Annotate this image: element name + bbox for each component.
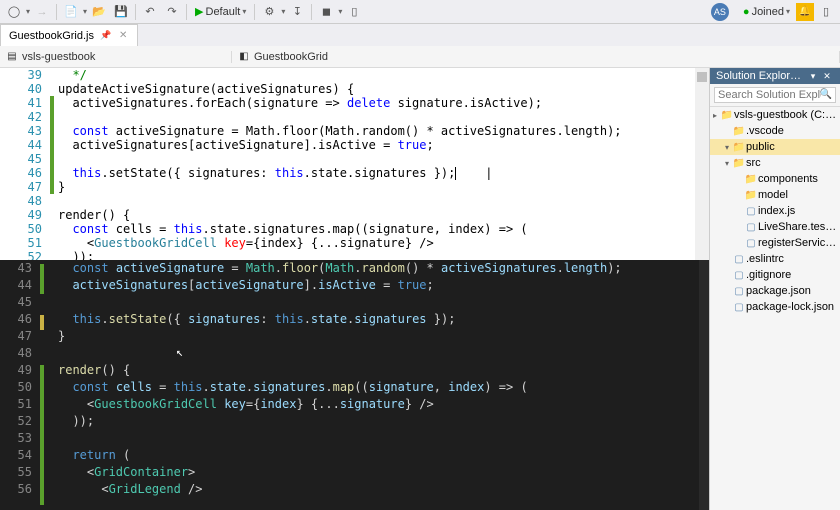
tree-item-label: package.json — [746, 285, 838, 297]
explorer-title: Solution Explorer... — [716, 70, 806, 82]
notification-button[interactable]: 🔔 — [796, 3, 814, 21]
file-icon: ▢ — [732, 302, 746, 313]
joined-label: Joined — [752, 6, 784, 18]
liveshare-status[interactable]: ● Joined ▾ — [739, 6, 794, 18]
breadcrumb-project[interactable]: ▤ vsls-guestbook — [0, 51, 232, 63]
bookmark-button[interactable]: ◼ — [316, 2, 336, 22]
editor-visual-studio[interactable]: 3940414243444546474849505152 */updateAct… — [0, 68, 709, 260]
breadcrumb-symbol[interactable]: ◧ GuestbookGrid — [232, 51, 840, 63]
tree-item-label: .eslintrc — [746, 253, 838, 265]
tree-item-label: src — [746, 157, 838, 169]
explorer-dropdown-icon[interactable]: ▾ — [806, 71, 820, 82]
folder-icon: 📁 — [732, 142, 746, 153]
explorer-close-icon[interactable]: ✕ — [820, 71, 834, 82]
explorer-search: 🔍 — [710, 84, 840, 107]
project-icon: ▤ — [6, 51, 18, 63]
tree-item[interactable]: 📁components — [710, 171, 840, 187]
new-file-button[interactable]: 📄 — [61, 2, 81, 22]
pin-icon[interactable]: 📌 — [100, 30, 111, 41]
gutter-dark: 4344454647484950515253545556 — [0, 260, 38, 498]
tree-item-label: LiveShare.test.js — [758, 221, 838, 233]
tree-item[interactable]: 📁model — [710, 187, 840, 203]
method-icon: ◧ — [238, 51, 250, 63]
toolbar-btn-b[interactable]: ↧ — [287, 2, 307, 22]
code-dark[interactable]: const activeSignature = Math.floor(Math.… — [58, 260, 705, 498]
save-button[interactable]: 💾 — [111, 2, 131, 22]
file-icon: ▢ — [732, 270, 746, 281]
file-icon: ▢ — [732, 254, 746, 265]
nav-back-button[interactable]: ◯ — [4, 2, 24, 22]
breadcrumb: ▤ vsls-guestbook ◧ GuestbookGrid — [0, 46, 840, 68]
editor-tabs: GuestbookGrid.js 📌 ✕ — [0, 24, 840, 46]
tree-item[interactable]: ▾📁src — [710, 155, 840, 171]
tree-item-label: .gitignore — [746, 269, 838, 281]
file-icon: ▢ — [744, 206, 758, 217]
undo-button[interactable]: ↶ — [140, 2, 160, 22]
mouse-cursor: ↖ — [176, 345, 183, 359]
tree-item-label: registerServiceWor — [758, 237, 838, 249]
tree-item[interactable]: ▢package-lock.json — [710, 299, 840, 315]
nav-fwd-button[interactable]: → — [32, 2, 52, 22]
tree-item[interactable]: ▾📁public — [710, 139, 840, 155]
config-label: Default — [206, 6, 241, 18]
gutter-light: 3940414243444546474849505152 — [0, 68, 50, 260]
folder-icon: 📁 — [732, 158, 746, 169]
tree-item[interactable]: ▢registerServiceWor — [710, 235, 840, 251]
tree-item[interactable]: ▢LiveShare.test.js — [710, 219, 840, 235]
file-icon: ▢ — [744, 238, 758, 249]
tree-item[interactable]: ▸📁vsls-guestbook (C:\User — [710, 107, 840, 123]
folder-icon: 📁 — [732, 126, 746, 137]
tab-label: GuestbookGrid.js — [9, 30, 94, 42]
folder-icon: 📁 — [744, 190, 758, 201]
tree-item-label: model — [758, 189, 838, 201]
tree-item-label: public — [746, 141, 838, 153]
file-icon: ▢ — [744, 222, 758, 233]
redo-button[interactable]: ↷ — [162, 2, 182, 22]
explorer-titlebar: Solution Explorer... ▾ ✕ — [710, 68, 840, 84]
toolbar-btn-d[interactable]: ▯ — [816, 2, 836, 22]
scrollbar-light[interactable] — [695, 68, 709, 260]
main-toolbar: ◯▾ → 📄▾ 📂 💾 ↶ ↷ ▶ Default ▾ ⚙▾ ↧ ◼▾ ▯ AS… — [0, 0, 840, 24]
close-icon[interactable]: ✕ — [117, 30, 129, 42]
editor-vscode[interactable]: 4344454647484950515253545556 const activ… — [0, 260, 709, 510]
tree-item[interactable]: ▢.gitignore — [710, 267, 840, 283]
tree-item[interactable]: ▢index.js — [710, 203, 840, 219]
explorer-tree[interactable]: ▸📁vsls-guestbook (C:\User📁.vscode▾📁publi… — [710, 107, 840, 510]
scrollbar-dark[interactable] — [699, 260, 709, 510]
open-button[interactable]: 📂 — [89, 2, 109, 22]
explorer-search-input[interactable] — [714, 87, 836, 103]
file-icon: ▢ — [732, 286, 746, 297]
config-dropdown[interactable]: ▶ Default ▾ — [191, 5, 250, 18]
code-light[interactable]: */updateActiveSignature(activeSignatures… — [58, 68, 693, 260]
tree-item[interactable]: 📁.vscode — [710, 123, 840, 139]
tab-guestbookgrid[interactable]: GuestbookGrid.js 📌 ✕ — [0, 24, 138, 46]
tree-item-label: components — [758, 173, 838, 185]
tree-item-label: index.js — [758, 205, 838, 217]
toolbar-btn-c[interactable]: ▯ — [344, 2, 364, 22]
tree-item-label: package-lock.json — [746, 301, 838, 313]
search-icon[interactable]: 🔍 — [820, 89, 832, 100]
folder-icon: 📁 — [744, 174, 758, 185]
tree-item-label: vsls-guestbook (C:\User — [734, 109, 838, 121]
toolbar-btn-a[interactable]: ⚙ — [259, 2, 279, 22]
tree-item-label: .vscode — [746, 125, 838, 137]
solution-explorer: Solution Explorer... ▾ ✕ 🔍 ▸📁vsls-guestb… — [710, 68, 840, 510]
tree-item[interactable]: ▢.eslintrc — [710, 251, 840, 267]
folder-icon: 📁 — [720, 110, 734, 121]
tree-item[interactable]: ▢package.json — [710, 283, 840, 299]
user-avatar[interactable]: AS — [711, 3, 729, 21]
